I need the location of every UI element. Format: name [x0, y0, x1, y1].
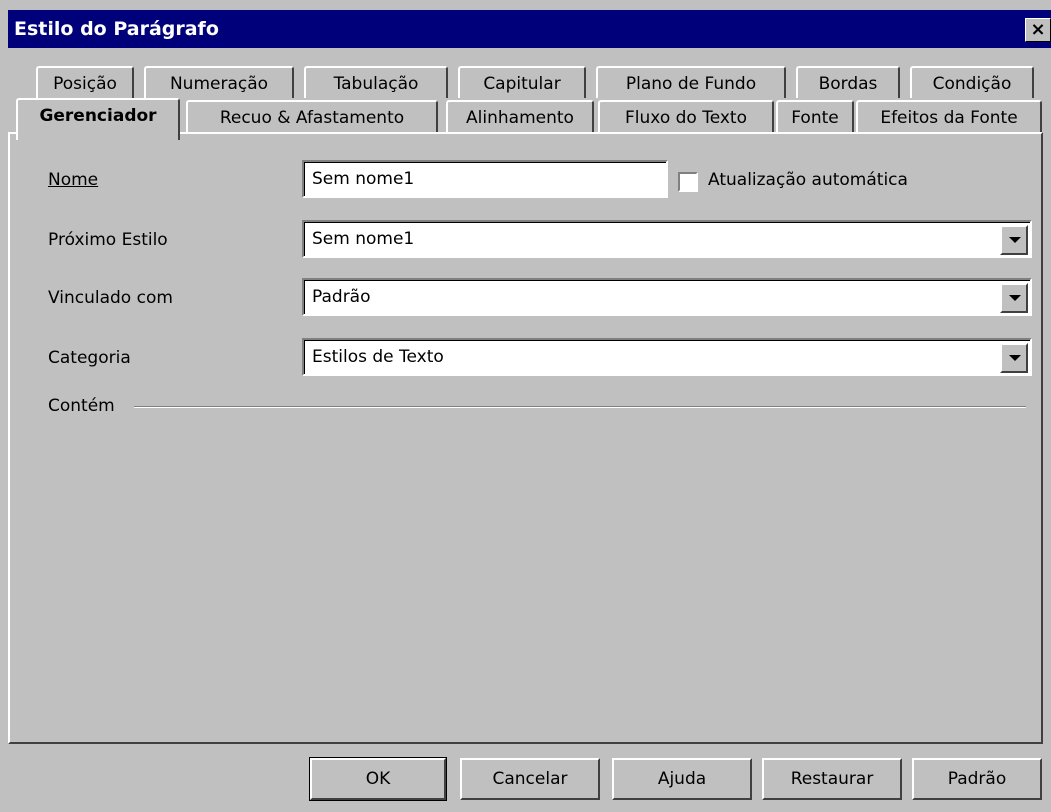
default-button[interactable]: Padrão: [912, 758, 1042, 800]
linked-select[interactable]: Padrão: [302, 278, 1032, 316]
tab-bordas[interactable]: Bordas: [796, 66, 900, 98]
next-style-select[interactable]: Sem nome1: [302, 220, 1032, 258]
ok-button[interactable]: OK: [309, 757, 447, 801]
category-dropdown-button[interactable]: [1000, 343, 1028, 373]
next-style-dropdown-button[interactable]: [1000, 225, 1028, 255]
next-style-label: Próximo Estilo: [48, 230, 168, 250]
tab-alinhamento[interactable]: Alinhamento: [446, 100, 594, 132]
linked-dropdown-button[interactable]: [1000, 283, 1028, 313]
tab-condicao[interactable]: Condição: [910, 66, 1034, 98]
tab-plano-de-fundo[interactable]: Plano de Fundo: [596, 66, 786, 98]
category-label: Categoria: [48, 348, 131, 368]
tab-panel-gerenciador: Nome Sem nome1 Atualização automática Pr…: [8, 132, 1043, 744]
close-button[interactable]: ×: [1025, 18, 1051, 42]
contains-label: Contém: [48, 396, 115, 416]
tab-posicao[interactable]: Posição: [36, 66, 134, 98]
tab-fluxo-do-texto[interactable]: Fluxo do Texto: [598, 100, 774, 132]
name-input[interactable]: Sem nome1: [302, 160, 668, 198]
dialog-title: Estilo do Parágrafo: [14, 18, 219, 40]
category-select[interactable]: Estilos de Texto: [302, 338, 1032, 376]
help-button[interactable]: Ajuda: [612, 758, 752, 800]
linked-value: Padrão: [312, 287, 371, 307]
linked-label: Vinculado com: [48, 288, 173, 308]
next-style-value: Sem nome1: [312, 229, 415, 249]
name-label: Nome: [48, 170, 98, 190]
tab-capitular[interactable]: Capitular: [458, 66, 586, 98]
name-label-text: Nome: [48, 170, 99, 190]
tab-tabulacao[interactable]: Tabulação: [304, 66, 448, 98]
tab-recuo-afastamento[interactable]: Recuo & Afastamento: [186, 100, 438, 132]
cancel-button[interactable]: Cancelar: [460, 758, 600, 800]
auto-update-checkbox[interactable]: [678, 172, 698, 192]
category-value: Estilos de Texto: [312, 347, 444, 367]
dialog-window: Estilo do Parágrafo × Posição Numeração …: [0, 0, 1051, 812]
tab-gerenciador[interactable]: Gerenciador: [16, 98, 180, 140]
tab-fonte[interactable]: Fonte: [776, 100, 854, 132]
tab-efeitos-da-fonte[interactable]: Efeitos da Fonte: [856, 100, 1042, 132]
tab-numeracao[interactable]: Numeração: [144, 66, 294, 98]
reset-button[interactable]: Restaurar: [762, 758, 902, 800]
auto-update-label: Atualização automática: [708, 170, 908, 190]
title-bar: Estilo do Parágrafo ×: [8, 10, 1051, 48]
contains-divider: [134, 406, 1026, 408]
